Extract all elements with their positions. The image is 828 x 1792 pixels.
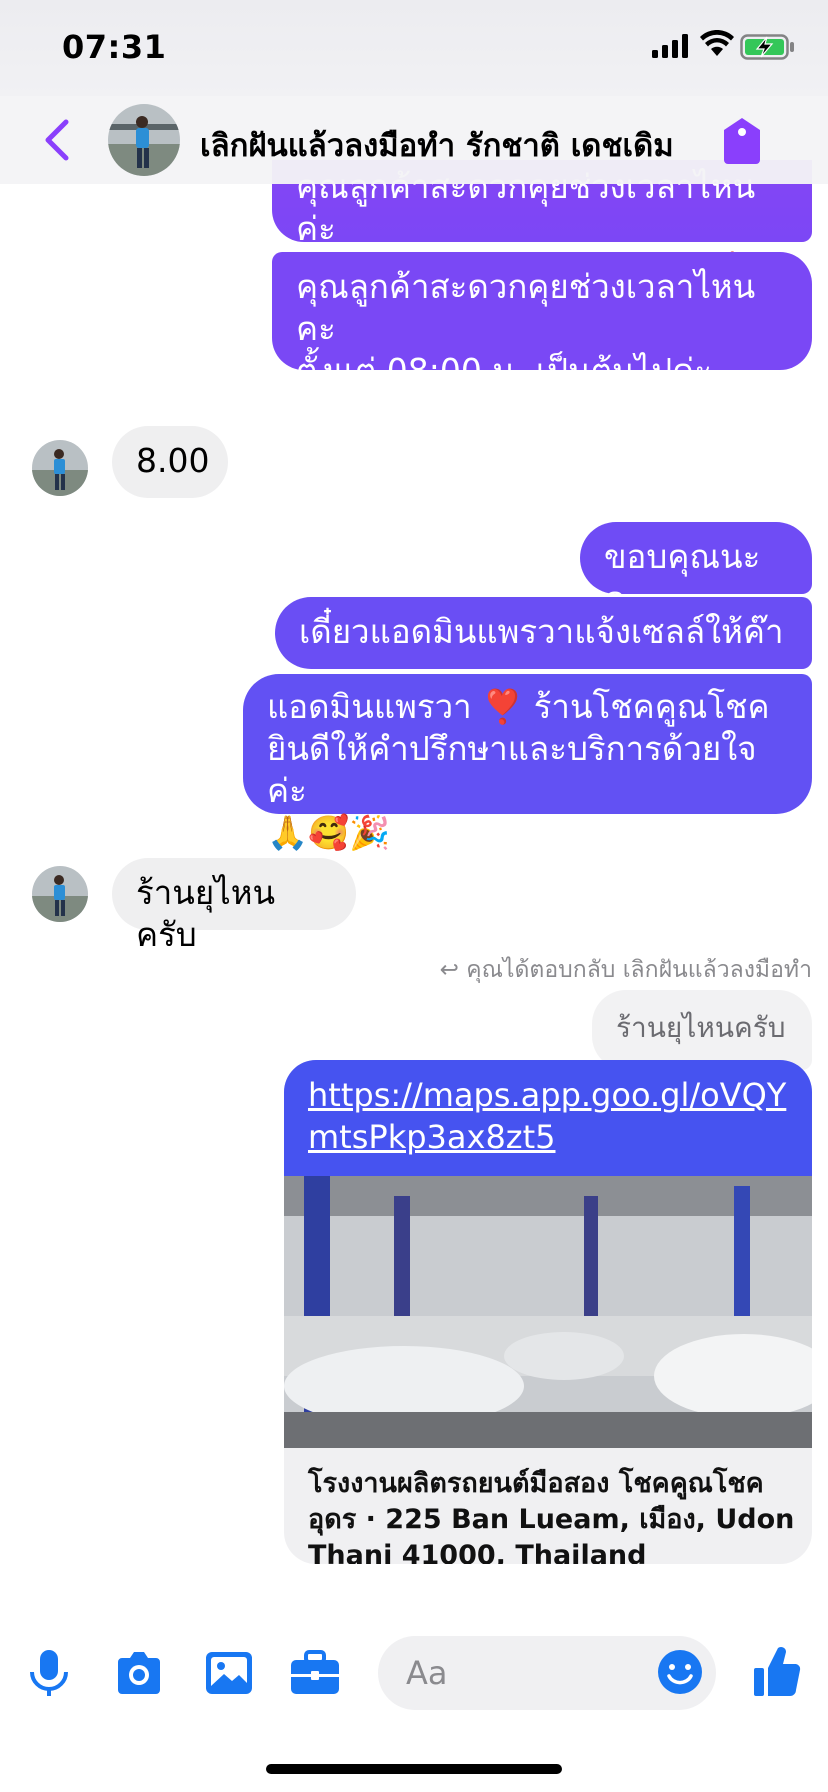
contact-avatar[interactable] bbox=[108, 104, 180, 176]
message-composer bbox=[0, 1618, 828, 1728]
message-bubble-incoming[interactable]: ร้านยุไหนครับ bbox=[112, 858, 356, 954]
message-bubble-outgoing[interactable]: คุณลูกค้าสะดวกคุยช่วงเวลาไหนคะ ตั้งแต่ 0… bbox=[272, 252, 812, 390]
camera-icon[interactable] bbox=[112, 1646, 166, 1700]
cellular-signal-icon bbox=[652, 34, 688, 58]
label-tag-icon[interactable] bbox=[720, 116, 764, 166]
link-url[interactable]: https://maps.app.goo.gl/oVQYmtsPkp3ax8zt… bbox=[284, 1060, 812, 1176]
back-chevron-icon[interactable] bbox=[38, 116, 78, 164]
message-bubble-outgoing[interactable]: แอดมินแพรวา ❣️ ร้านโชคคูณโชค ยินดีให้คำป… bbox=[243, 674, 812, 852]
reply-indicator: ↩ คุณได้ตอบกลับ เลิกฝันแล้วลงมือทำ bbox=[400, 952, 812, 988]
thumbs-up-icon[interactable] bbox=[752, 1644, 802, 1698]
microphone-icon[interactable] bbox=[22, 1646, 76, 1700]
sender-avatar[interactable] bbox=[32, 866, 88, 922]
message-thread[interactable]: คุณลูกค้าสะดวกคุยช่วงเวลาไหนค่ะ แจ้ง แอด… bbox=[0, 160, 828, 1620]
sender-avatar[interactable] bbox=[32, 440, 88, 496]
gallery-icon[interactable] bbox=[202, 1646, 256, 1700]
quoted-message[interactable]: ร้านยุไหนครับ bbox=[592, 990, 812, 1070]
chat-header: เลิกฝันแล้วลงมือทำ รักชาติ เดชเดิม bbox=[0, 96, 828, 184]
message-bubble-outgoing[interactable]: เดี๋ยวแอดมินแพรวาแจ้งเซลล์ให้ค๊า bbox=[275, 597, 812, 669]
home-indicator bbox=[266, 1764, 562, 1774]
reply-note-text: คุณได้ตอบกลับ เลิกฝันแล้วลงมือทำ bbox=[466, 957, 812, 983]
emoji-icon[interactable] bbox=[656, 1648, 704, 1696]
status-time: 07:31 bbox=[62, 28, 167, 66]
contact-name[interactable]: เลิกฝันแล้วลงมือทำ รักชาติ เดชเดิม bbox=[200, 120, 674, 170]
message-bubble-incoming[interactable]: 8.00 bbox=[112, 426, 228, 498]
battery-charging-icon bbox=[740, 34, 794, 60]
message-bubble-outgoing[interactable]: ขอบคุณนะคะ bbox=[580, 522, 812, 618]
link-preview-card[interactable]: https://maps.app.goo.gl/oVQYmtsPkp3ax8zt… bbox=[284, 1060, 812, 1564]
link-caption: โรงงานผลิตรถยนต์มือสอง โชคคูณโชคอุดร · 2… bbox=[308, 1468, 795, 1564]
business-tools-icon[interactable] bbox=[288, 1646, 342, 1700]
status-bar: 07:31 bbox=[0, 0, 828, 96]
link-preview-image bbox=[284, 1176, 812, 1448]
wifi-icon bbox=[700, 30, 734, 56]
reply-arrow-icon: ↩ bbox=[439, 957, 467, 983]
